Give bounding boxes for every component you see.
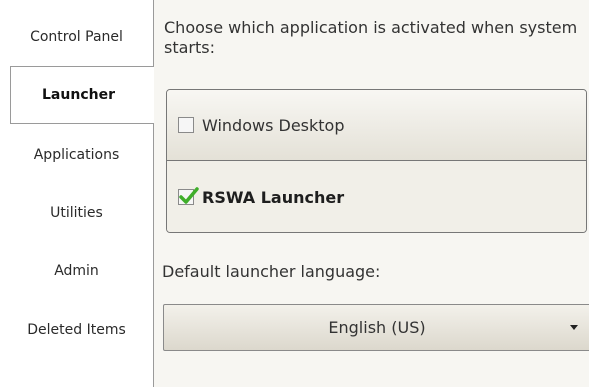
sidebar-item-deleted-items[interactable]: Deleted Items <box>0 301 153 359</box>
sidebar-item-label: Applications <box>33 147 120 163</box>
option-label: Windows Desktop <box>202 115 345 135</box>
dropdown-value: English (US) <box>328 318 426 337</box>
launcher-panel: Choose which application is activated wh… <box>154 0 589 387</box>
language-label: Default launcher language: <box>162 262 381 281</box>
sidebar-item-utilities[interactable]: Utilities <box>0 184 153 242</box>
panel-heading: Choose which application is activated wh… <box>164 18 578 57</box>
sidebar-item-label: Control Panel <box>30 29 123 45</box>
sidebar-item-launcher[interactable]: Launcher <box>10 66 154 124</box>
option-windows-desktop[interactable]: Windows Desktop <box>167 90 586 161</box>
option-rswa-launcher[interactable]: RSWA Launcher <box>167 161 586 232</box>
option-label: RSWA Launcher <box>202 187 345 207</box>
checkmark-icon[interactable] <box>178 187 199 205</box>
sidebar-item-label: Utilities <box>50 205 103 221</box>
sidebar-item-label: Launcher <box>42 87 115 103</box>
sidebar-item-label: Admin <box>54 263 99 279</box>
sidebar-item-label: Deleted Items <box>27 322 126 338</box>
sidebar-item-applications[interactable]: Applications <box>0 126 153 184</box>
sidebar-item-control-panel[interactable]: Control Panel <box>0 8 153 66</box>
sidebar-item-admin[interactable]: Admin <box>0 242 153 300</box>
sidebar: Control Panel Launcher Applications Util… <box>0 0 154 387</box>
startup-options-group: Windows Desktop RSWA Launcher <box>166 89 587 233</box>
checkbox-icon[interactable] <box>178 117 194 133</box>
language-dropdown[interactable]: English (US) <box>163 304 589 351</box>
chevron-down-icon <box>570 325 578 330</box>
